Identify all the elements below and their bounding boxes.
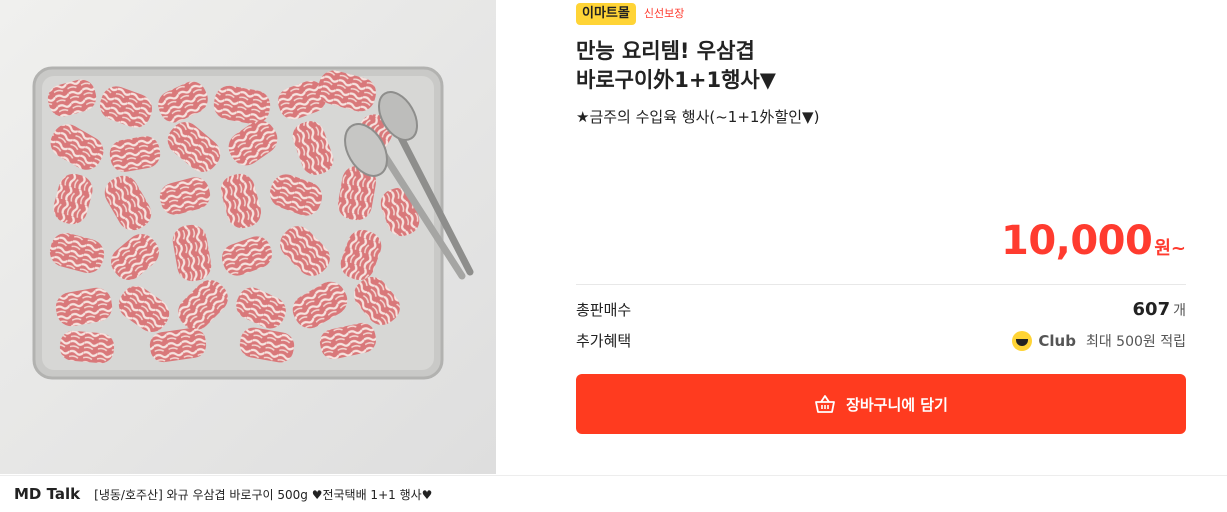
total-sales-unit: 개 (1173, 303, 1186, 319)
total-sales-row: 총판매수 607 개 (576, 299, 1186, 320)
total-sales-label: 총판매수 (576, 301, 632, 319)
product-image[interactable] (0, 0, 496, 474)
badge-group: 이마트몰 신선보장 (576, 3, 684, 25)
club-benefit: Club 최대 500원 적립 (1012, 330, 1186, 351)
md-talk-bar: MD Talk [냉동/호주산] 와규 우삼겹 바로구이 500g ♥전국택배 … (0, 475, 1227, 512)
meat-tray-illustration (0, 0, 496, 474)
total-sales-value: 607 개 (1133, 299, 1186, 320)
club-smile-icon (1012, 330, 1033, 351)
club-benefit-text: 최대 500원 적립 (1085, 333, 1186, 350)
divider (576, 284, 1186, 285)
add-to-cart-button[interactable]: 장바구니에 담기 (576, 374, 1186, 434)
md-talk-title: MD Talk (14, 485, 81, 503)
basket-icon (815, 395, 835, 413)
price: 10,000 원~ (1001, 218, 1186, 264)
fresh-guarantee-badge: 신선보장 (643, 7, 685, 20)
extra-benefit-row: 추가혜택 Club 최대 500원 적립 (576, 330, 1186, 351)
emart-mall-badge: 이마트몰 (576, 3, 636, 25)
price-value: 10,000 (1000, 218, 1153, 264)
total-sales-number: 607 (1132, 299, 1171, 320)
product-info: 이마트몰 신선보장 만능 요리템! 우삼겹 바로구이外1+1행사▼ ★금주의 수… (576, 0, 1186, 474)
product-title: 만능 요리템! 우삼겹 바로구이外1+1행사▼ (576, 39, 776, 92)
md-talk-text: [냉동/호주산] 와규 우삼겹 바로구이 500g ♥전국택배 1+1 행사♥ (94, 487, 433, 502)
add-to-cart-label: 장바구니에 담기 (846, 395, 948, 414)
product-subtitle: ★금주의 수입육 행사(~1+1外할인▼) (576, 108, 820, 126)
extra-benefit-label: 추가혜택 (576, 332, 632, 350)
club-label: Club (1038, 331, 1076, 350)
price-unit: 원~ (1154, 238, 1186, 259)
